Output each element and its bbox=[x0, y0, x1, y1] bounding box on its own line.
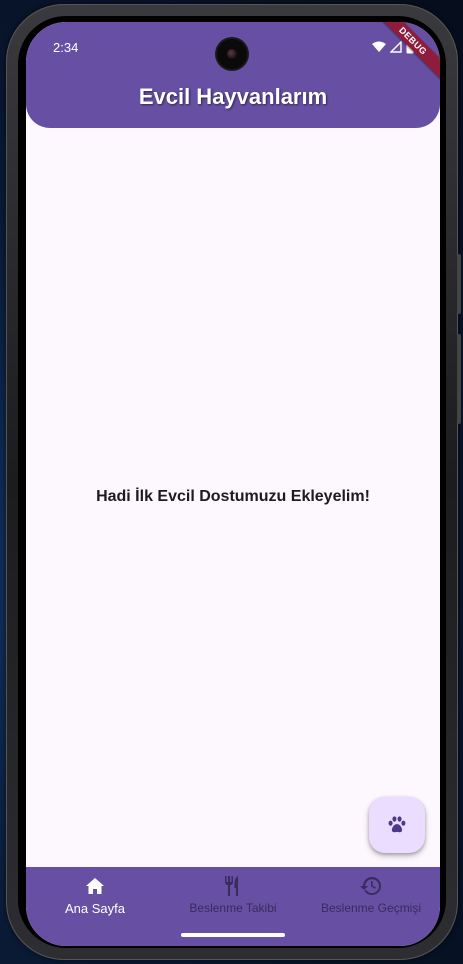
nav-label-nutrition-tracking: Beslenme Takibi bbox=[189, 901, 277, 915]
wifi-icon bbox=[372, 41, 386, 52]
nav-item-home[interactable]: Ana Sayfa bbox=[26, 867, 164, 946]
nav-item-nutrition-history[interactable]: Beslenme Geçmişi bbox=[302, 867, 440, 946]
power-button bbox=[457, 334, 461, 424]
home-icon bbox=[86, 878, 104, 894]
restaurant-icon bbox=[225, 876, 238, 896]
nav-label-nutrition-history: Beslenme Geçmişi bbox=[320, 901, 422, 915]
status-bar: 2:34 DEBUG bbox=[26, 22, 440, 85]
home-indicator[interactable] bbox=[181, 933, 285, 937]
app-screen: 2:34 DEBUG Evcil Hayvanlarım Hadi İlk Ev… bbox=[26, 22, 440, 946]
volume-button bbox=[457, 254, 461, 314]
page-title: Evcil Hayvanlarım bbox=[138, 84, 328, 109]
status-time: 2:34 bbox=[53, 40, 79, 55]
paw-icon bbox=[388, 816, 406, 833]
history-icon bbox=[360, 877, 381, 895]
empty-state-message: Hadi İlk Evcil Dostumuzu Ekleyelim! bbox=[96, 488, 370, 505]
signal-icon bbox=[390, 41, 402, 53]
add-pet-button[interactable] bbox=[369, 797, 425, 853]
front-camera bbox=[217, 39, 247, 69]
nav-label-home: Ana Sayfa bbox=[65, 901, 125, 916]
app-bar: 2:34 DEBUG Evcil Hayvanlarım bbox=[26, 22, 440, 128]
